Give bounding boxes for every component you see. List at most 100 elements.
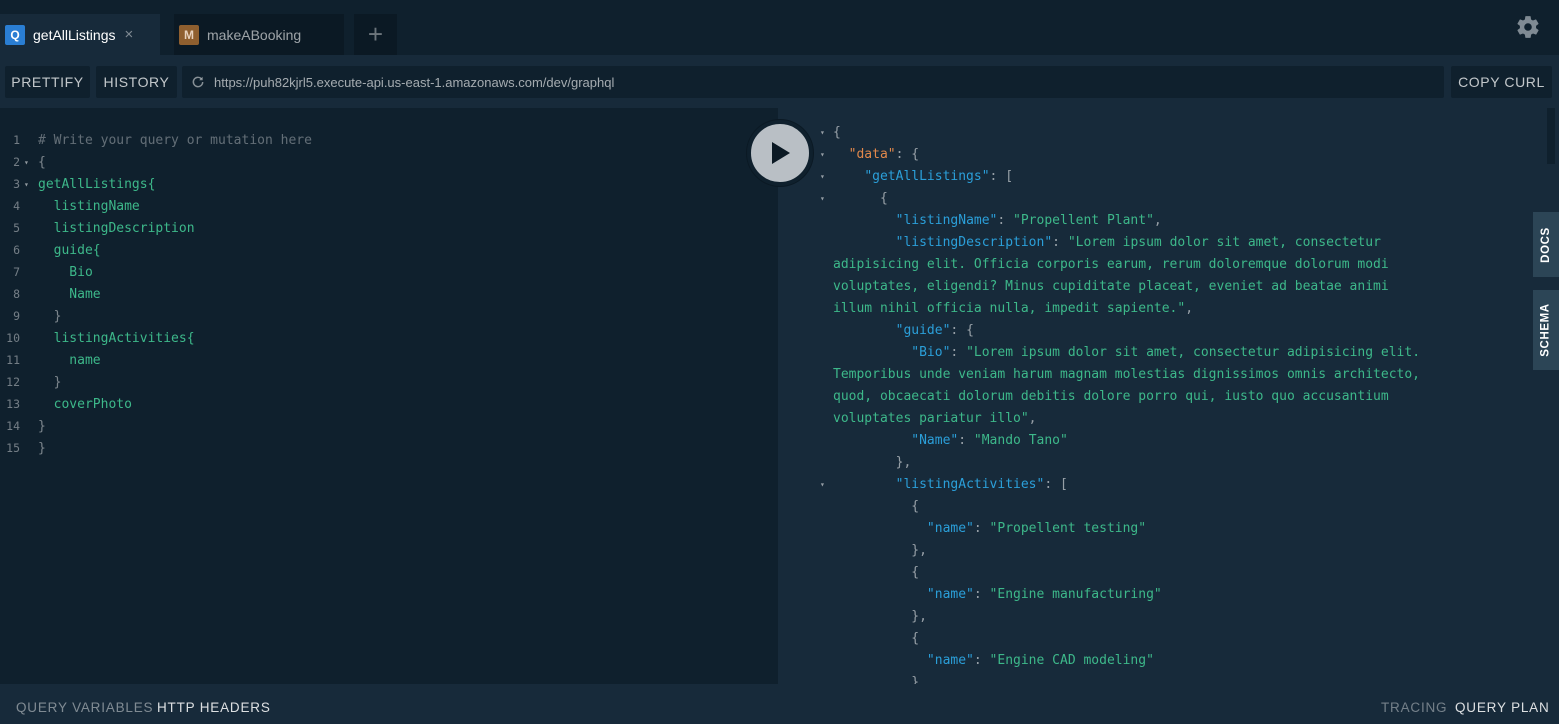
- editor-line: 11 name: [0, 349, 778, 371]
- result-line: ▾ "listingActivities": [: [778, 473, 1545, 495]
- json-text: {: [833, 631, 919, 646]
- json-text: },: [833, 543, 927, 558]
- result-line: }: [778, 671, 1545, 685]
- json-punctuation: {: [833, 564, 920, 580]
- json-text: Temporibus unde veniam harum magnam mole…: [833, 367, 1420, 382]
- json-punctuation: : [: [1044, 476, 1068, 492]
- query-badge: Q: [5, 24, 25, 45]
- json-text: quod, obcaecati dolorum debitis dolore p…: [833, 389, 1389, 404]
- result-line: voluptates, eligendi? Minus cupiditate p…: [778, 275, 1545, 297]
- caret-down-icon[interactable]: ▾: [820, 150, 825, 159]
- bottom-bar: QUERY VARIABLES HTTP HEADERS TRACING QUE…: [0, 684, 1559, 724]
- mutation-badge: M: [179, 24, 199, 45]
- code-text: listingName: [38, 198, 140, 214]
- result-line: ▾ {: [778, 187, 1545, 209]
- reload-icon[interactable]: [191, 75, 205, 89]
- json-punctuation: [833, 433, 911, 448]
- editor-line: 4 listingName: [0, 195, 778, 217]
- code-text: guide{: [38, 242, 101, 258]
- json-punctuation: [833, 169, 864, 184]
- json-text: {: [833, 125, 841, 140]
- docs-tab[interactable]: DOCS: [1533, 212, 1559, 277]
- json-string: Temporibus unde veniam harum magnam mole…: [833, 366, 1420, 382]
- result-line: "listingName": "Propellent Plant",: [778, 209, 1545, 231]
- result-line: "name": "Propellent testing": [778, 517, 1545, 539]
- copy-curl-button[interactable]: COPY CURL: [1451, 66, 1552, 98]
- editor-line: 5 listingDescription: [0, 217, 778, 239]
- code-text: # Write your query or mutation here: [38, 132, 312, 148]
- json-punctuation: ,: [1185, 300, 1194, 316]
- tab-bar: Q getAllListings × M makeABooking +: [0, 0, 1559, 55]
- line-number: 9: [13, 309, 20, 323]
- tab-label: makeABooking: [207, 26, 302, 43]
- query-variables-tab[interactable]: QUERY VARIABLES: [16, 700, 153, 715]
- json-punctuation: [833, 147, 849, 162]
- json-text: {: [833, 499, 919, 514]
- endpoint-url-bar[interactable]: https://puh82kjrl5.execute-api.us-east-1…: [182, 66, 1444, 98]
- schema-tab[interactable]: SCHEMA: [1533, 290, 1559, 370]
- code-text: }: [38, 418, 46, 434]
- caret-down-icon[interactable]: ▾: [820, 480, 825, 489]
- play-icon: [772, 142, 790, 164]
- json-string: voluptates pariatur illo": [833, 410, 1029, 426]
- result-line: illum nihil officia nulla, impedit sapie…: [778, 297, 1545, 319]
- line-number: 11: [6, 353, 20, 367]
- json-punctuation: },: [833, 454, 912, 470]
- result-viewer: ▾ { ▾ "data": { ▾ "getAllListings" : [ ▾ { "l…: [778, 108, 1545, 684]
- tab-make-a-booking[interactable]: M makeABooking: [174, 14, 344, 55]
- json-text: {: [833, 565, 919, 580]
- caret-down-icon[interactable]: ▾: [820, 172, 825, 181]
- json-text: "listingActivities": [: [833, 477, 1068, 492]
- result-line: "guide": {: [778, 319, 1545, 341]
- json-key: "listingActivities": [895, 476, 1045, 492]
- http-headers-tab[interactable]: HTTP HEADERS: [157, 700, 271, 715]
- tracing-tab[interactable]: TRACING: [1381, 700, 1447, 715]
- result-line: "Bio": "Lorem ipsum dolor sit amet, cons…: [778, 341, 1545, 363]
- json-punctuation: :: [1052, 234, 1068, 250]
- plus-icon: +: [367, 19, 384, 49]
- json-text: "name": "Engine CAD modeling": [833, 653, 1154, 668]
- prettify-button[interactable]: PRETTIFY: [5, 66, 90, 98]
- json-key: "getAllListings": [864, 168, 990, 184]
- docs-tab-label: DOCS: [1540, 226, 1553, 263]
- result-line: },: [778, 451, 1545, 473]
- json-text: {: [833, 191, 888, 206]
- json-key: "Name": [911, 432, 959, 448]
- history-button[interactable]: HISTORY: [96, 66, 177, 98]
- scrollbar-thumb[interactable]: [1547, 108, 1555, 164]
- gear-icon: [1517, 16, 1539, 38]
- json-key: "data": [848, 146, 896, 162]
- line-number: 15: [6, 441, 20, 455]
- code-text: Bio: [38, 264, 93, 280]
- query-editor[interactable]: 1 # Write your query or mutation here 2 ▾ {3…: [0, 108, 778, 684]
- run-query-button[interactable]: [747, 120, 813, 186]
- line-number: 12: [6, 375, 20, 389]
- close-icon[interactable]: ×: [125, 26, 134, 43]
- result-line: },: [778, 605, 1545, 627]
- json-text: "data": {: [833, 147, 919, 162]
- caret-down-icon[interactable]: ▾: [820, 194, 825, 203]
- result-line: "name": "Engine manufacturing": [778, 583, 1545, 605]
- result-line: adipisicing elit. Officia corporis earum…: [778, 253, 1545, 275]
- result-scrollbar[interactable]: [1545, 108, 1559, 684]
- json-text: illum nihil officia nulla, impedit sapie…: [833, 301, 1193, 316]
- json-punctuation: :: [950, 344, 967, 360]
- editor-line: 13 coverPhoto: [0, 393, 778, 415]
- caret-down-icon[interactable]: ▾: [24, 158, 29, 167]
- json-text: adipisicing elit. Officia corporis earum…: [833, 257, 1389, 272]
- settings-button[interactable]: [1515, 14, 1541, 40]
- json-punctuation: [833, 477, 896, 492]
- editor-line: 12 }: [0, 371, 778, 393]
- caret-down-icon[interactable]: ▾: [820, 128, 825, 137]
- line-number: 3: [13, 177, 20, 191]
- result-line: quod, obcaecati dolorum debitis dolore p…: [778, 385, 1545, 407]
- caret-down-icon[interactable]: ▾: [24, 180, 29, 189]
- tab-get-all-listings[interactable]: Q getAllListings ×: [0, 14, 160, 55]
- result-line: voluptates pariatur illo",: [778, 407, 1545, 429]
- add-tab-button[interactable]: +: [354, 14, 397, 55]
- editor-line: 9 }: [0, 305, 778, 327]
- query-plan-tab[interactable]: QUERY PLAN: [1455, 700, 1550, 715]
- result-line: "name": "Engine CAD modeling": [778, 649, 1545, 671]
- json-key: "name": [926, 520, 974, 536]
- json-key: "listingName": [895, 212, 998, 228]
